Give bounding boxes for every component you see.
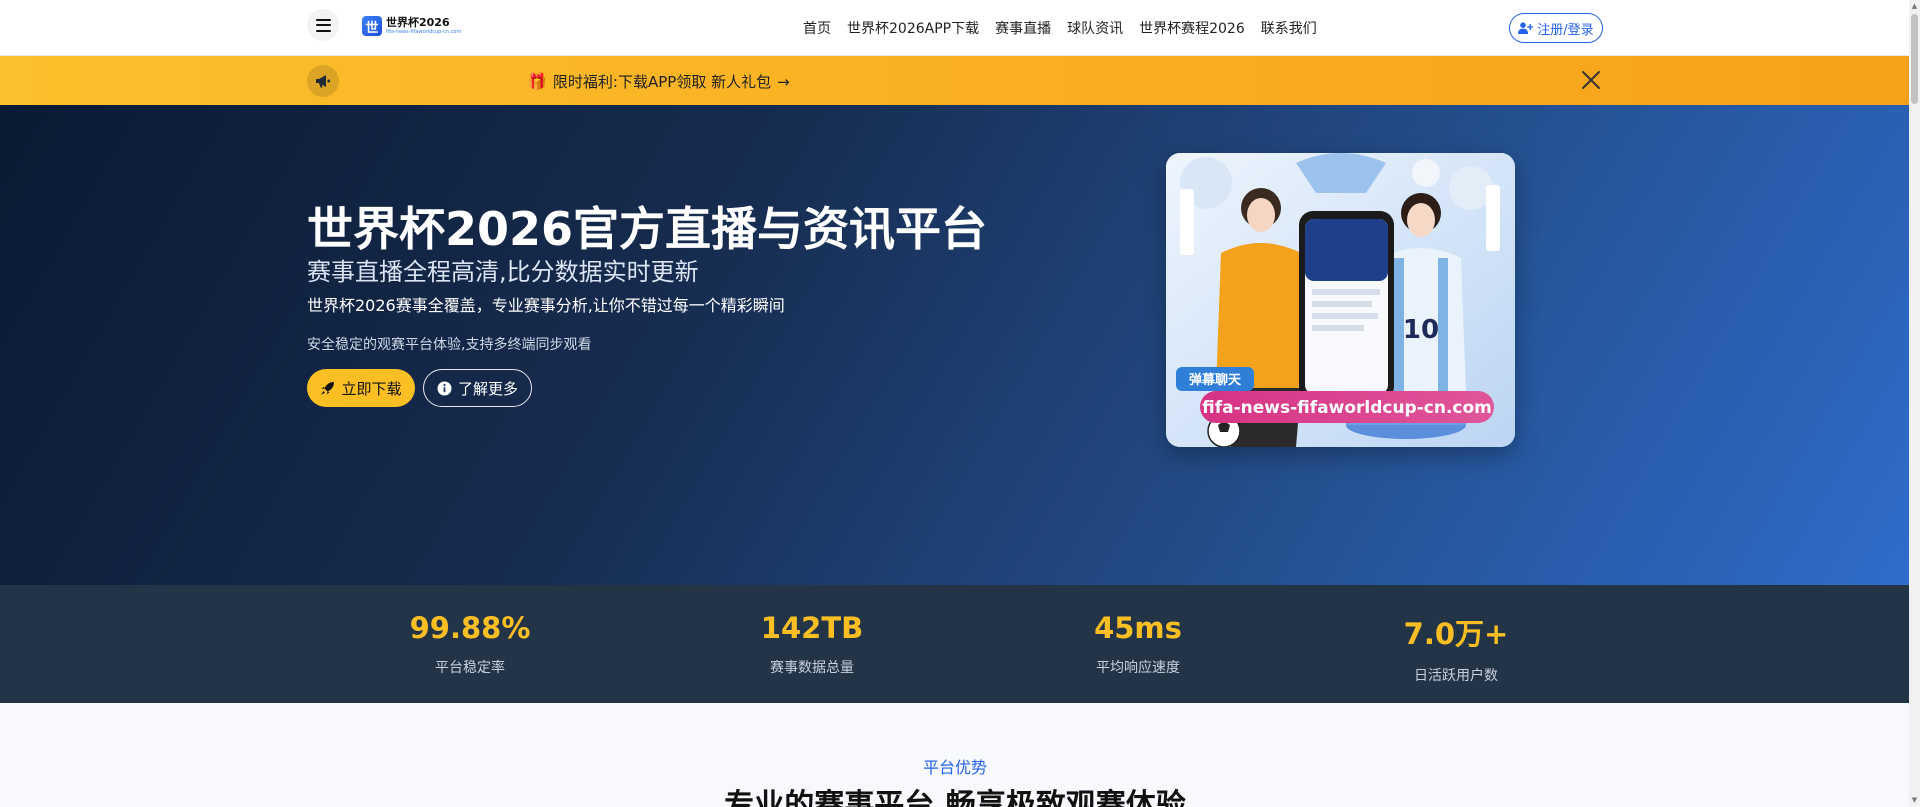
section-title: 专业的赛事平台,畅享极致观赛体验: [724, 788, 1186, 807]
hero-title: 世界杯2026官方直播与资讯平台: [307, 202, 988, 256]
logo-mark-icon: 世: [362, 16, 382, 36]
nav-item-home[interactable]: 首页: [803, 18, 831, 38]
main-nav: 首页 世界杯2026APP下载 赛事直播 球队资讯 世界杯赛程2026 联系我们: [803, 18, 1317, 38]
announcement-link[interactable]: 🎁 限时福利:下载APP领取 新人礼包 →: [527, 71, 790, 92]
stat-value: 142TB: [760, 611, 864, 645]
stat-active-users: 7.0万+ 日活跃用户数: [1404, 611, 1509, 685]
top-navbar: 世 世界杯2026 fifa-news-fifaworldcup-cn.com …: [0, 0, 1909, 56]
learn-more-button[interactable]: 了解更多: [423, 369, 532, 407]
nav-item-live[interactable]: 赛事直播: [995, 18, 1051, 38]
nav-item-schedule[interactable]: 世界杯赛程2026: [1139, 18, 1245, 38]
learn-more-label: 了解更多: [457, 379, 518, 398]
login-register-button[interactable]: 注册/登录: [1509, 13, 1603, 43]
download-now-button[interactable]: 立即下载: [307, 369, 415, 407]
stat-label: 平台稳定率: [434, 660, 505, 676]
scroll-up-arrow-icon[interactable]: ▲: [1911, 2, 1918, 10]
user-plus-icon: [1518, 22, 1534, 34]
nav-item-teams[interactable]: 球队资讯: [1067, 18, 1123, 38]
gift-icon: 🎁: [527, 72, 547, 91]
stat-label: 日活跃用户数: [1414, 668, 1498, 684]
hero-note: 安全稳定的观赛平台体验,支持多终端同步观看: [307, 337, 592, 353]
svg-text:10: 10: [1403, 315, 1439, 345]
hero-description: 世界杯2026赛事全覆盖，专业赛事分析,让你不错过每一个精彩瞬间: [307, 296, 785, 315]
download-now-label: 立即下载: [341, 379, 402, 398]
info-icon: [437, 381, 452, 395]
scroll-down-arrow-icon[interactable]: ▼: [1911, 796, 1918, 804]
nav-item-contact[interactable]: 联系我们: [1261, 18, 1317, 38]
logo-title: 世界杯2026: [386, 16, 450, 29]
nav-item-app-download[interactable]: 世界杯2026APP下载: [847, 18, 979, 38]
site-logo[interactable]: 世 世界杯2026 fifa-news-fifaworldcup-cn.com: [362, 16, 461, 36]
stat-value: 99.88%: [409, 611, 531, 645]
announcement-bar: 🎁 限时福利:下载APP领取 新人礼包 →: [0, 56, 1909, 105]
announcement-text: 限时福利:下载APP领取 新人礼包: [552, 73, 772, 91]
page-scrollbar[interactable]: ▲ ▼: [1909, 0, 1920, 807]
stat-latency: 45ms 平均响应速度: [1094, 611, 1182, 677]
stat-value: 45ms: [1094, 611, 1182, 645]
logo-url: fifa-news-fifaworldcup-cn.com: [386, 29, 462, 35]
hero-section: 世界杯2026官方直播与资讯平台 赛事直播全程高清,比分数据实时更新 世界杯20…: [0, 105, 1909, 585]
megaphone-icon: [307, 65, 339, 97]
stat-data-volume: 142TB 赛事数据总量: [761, 611, 863, 677]
hamburger-icon: [315, 18, 331, 32]
hero-subtitle: 赛事直播全程高清,比分数据实时更新: [307, 258, 699, 286]
section-tag: 平台优势: [922, 758, 988, 777]
stat-label: 平均响应速度: [1096, 660, 1180, 676]
hero-promo-image: 10 弹幕聊天 fifa-news-fifaworldcup-cn.com: [1166, 153, 1515, 447]
menu-toggle-button[interactable]: [307, 9, 339, 41]
scrollbar-thumb[interactable]: [1911, 14, 1918, 104]
promo-url-label: fifa-news-fifaworldcup-cn.com: [1202, 398, 1492, 418]
close-icon[interactable]: [1580, 69, 1602, 91]
arrow-right-icon: →: [777, 72, 790, 91]
stat-uptime: 99.88% 平台稳定率: [410, 611, 531, 677]
login-label: 注册/登录: [1537, 22, 1594, 38]
danmaku-chat-label: 弹幕聊天: [1189, 372, 1242, 388]
stat-label: 赛事数据总量: [769, 660, 854, 676]
stats-strip: 99.88% 平台稳定率 142TB 赛事数据总量 45ms 平均响应速度 7.…: [0, 585, 1909, 703]
rocket-icon: [321, 381, 335, 395]
stat-value: 7.0万+: [1403, 617, 1509, 651]
